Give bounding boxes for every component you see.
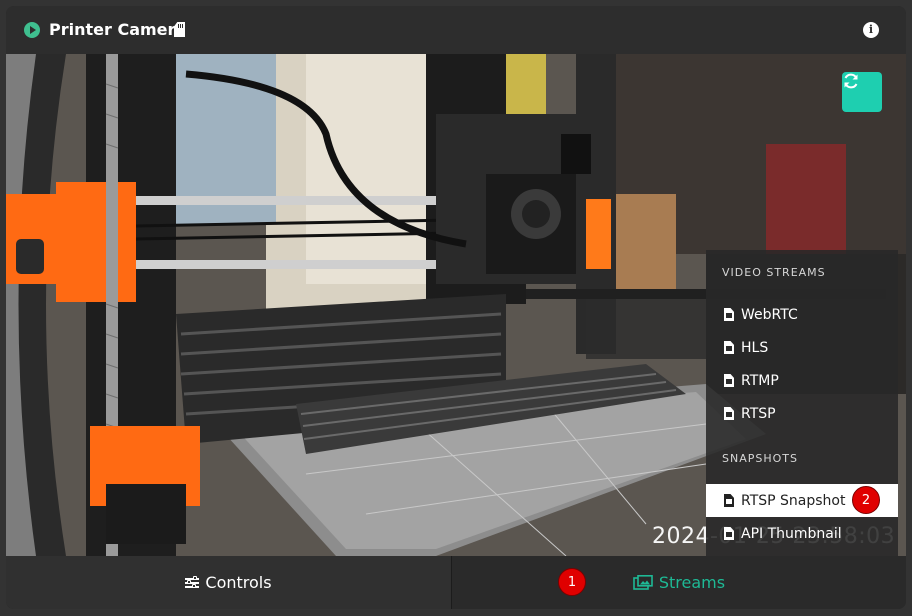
file-video-icon xyxy=(724,407,734,420)
snapshots-header: SNAPSHOTS xyxy=(722,452,798,465)
file-video-icon xyxy=(724,308,734,321)
panel-title: Printer Camera xyxy=(49,20,187,39)
images-icon xyxy=(633,575,653,590)
tab-controls-label: Controls xyxy=(205,573,272,592)
sliders-icon xyxy=(185,575,200,589)
camera-feed: 2024-01-25 23:58:03 VIDEO STREAMS WebRTC… xyxy=(6,54,906,556)
menu-item-rtsp[interactable]: RTSP xyxy=(706,397,898,430)
menu-item-hls[interactable]: HLS xyxy=(706,331,898,364)
video-streams-header: VIDEO STREAMS xyxy=(722,266,826,279)
step-badge-2: 2 xyxy=(852,486,880,514)
tab-streams-label: Streams xyxy=(658,573,726,592)
menu-item-rtmp[interactable]: RTMP xyxy=(706,364,898,397)
step-badge-1: 1 xyxy=(558,568,586,596)
menu-item-webrtc[interactable]: WebRTC xyxy=(706,298,898,331)
play-circle-icon[interactable] xyxy=(24,22,40,38)
camera-card: Printer Camera i VIDEO STREAMS WebRTC HL… xyxy=(0,0,912,616)
refresh-button[interactable] xyxy=(842,72,882,112)
panel-header: Printer Camera i xyxy=(6,6,906,54)
file-image-icon xyxy=(724,527,734,540)
refresh-icon xyxy=(844,73,858,89)
info-icon[interactable]: i xyxy=(863,22,879,38)
tab-controls[interactable]: Controls xyxy=(6,556,451,609)
file-video-icon xyxy=(724,374,734,387)
tab-streams[interactable]: Streams xyxy=(452,556,906,609)
bottom-tabs: Controls Streams 1 xyxy=(6,556,906,609)
file-video-icon xyxy=(724,341,734,354)
menu-item-api-thumbnail[interactable]: API Thumbnail xyxy=(706,517,898,550)
file-image-icon xyxy=(724,494,734,507)
camera-panel: Printer Camera i VIDEO STREAMS WebRTC HL… xyxy=(6,6,906,609)
